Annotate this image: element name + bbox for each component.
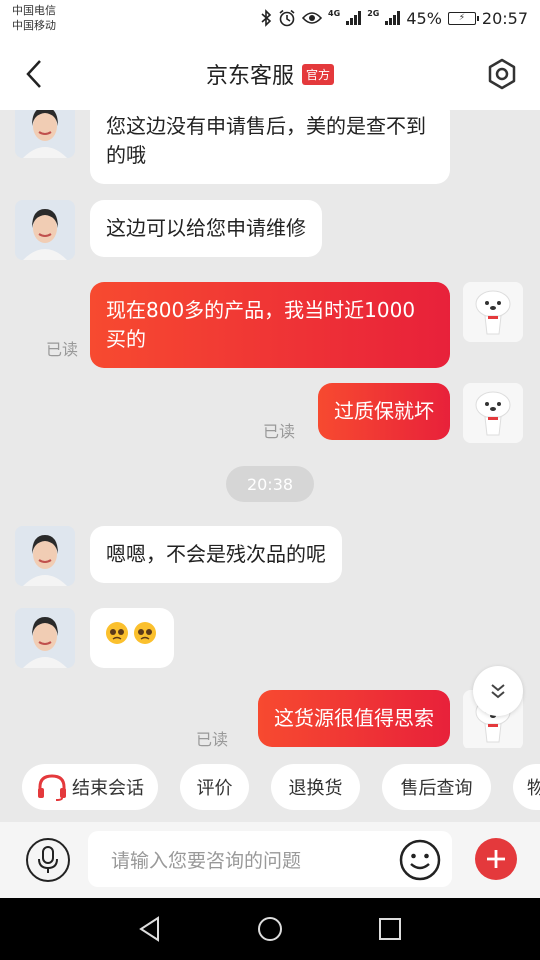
- status-bar: 中国电信 中国移动 4G 2G 45% ⚡ 20:57: [0, 0, 540, 38]
- system-nav-bar: [0, 898, 540, 960]
- triangle-back-icon: [139, 916, 159, 942]
- scroll-to-bottom-button[interactable]: [473, 666, 523, 716]
- nav-back-button[interactable]: [132, 911, 168, 947]
- clock: 20:57: [481, 8, 528, 28]
- official-badge: 官方: [302, 63, 335, 85]
- read-status: 已读: [46, 340, 79, 359]
- title-group: 京东客服 官方: [0, 58, 540, 90]
- chat-header: 京东客服 官方: [0, 38, 540, 110]
- nav-home-button[interactable]: [252, 911, 288, 947]
- input-bar: 请输入您要咨询的问题: [0, 822, 540, 898]
- message-input[interactable]: 请输入您要咨询的问题: [88, 831, 452, 887]
- message-bubble-agent[interactable]: 您这边没有申请售后，美的是查不到的哦: [90, 110, 450, 184]
- review-button[interactable]: 评价: [180, 764, 249, 810]
- settings-button[interactable]: [484, 56, 520, 92]
- eye-icon: [302, 12, 323, 24]
- agent-avatar[interactable]: [15, 526, 75, 586]
- carrier-1: 中国电信: [12, 4, 56, 17]
- more-quick-action-button[interactable]: 物: [513, 764, 540, 810]
- network-type-1: 4G: [328, 8, 341, 18]
- pleading-face-emoji-icon: [106, 622, 156, 644]
- return-exchange-button[interactable]: 退换货: [271, 764, 360, 810]
- signal-icon: [346, 11, 362, 25]
- message-bubble-user[interactable]: 过质保就坏: [318, 383, 450, 440]
- agent-avatar[interactable]: [15, 608, 75, 668]
- nav-recents-button[interactable]: [372, 911, 408, 947]
- signal-icon: [385, 11, 401, 25]
- network-type-2: 2G: [367, 8, 380, 18]
- more-options-button[interactable]: [475, 838, 517, 880]
- end-chat-label: 结束会话: [72, 778, 144, 799]
- smiley-icon: [399, 839, 441, 881]
- plus-icon: [487, 850, 505, 868]
- read-status: 已读: [196, 730, 229, 748]
- agent-avatar[interactable]: [15, 110, 75, 158]
- emoji-button[interactable]: [399, 839, 441, 881]
- circle-home-icon: [258, 917, 282, 941]
- end-chat-button[interactable]: 结束会话: [22, 764, 158, 810]
- square-recents-icon: [379, 918, 401, 940]
- message-input-placeholder: 请输入您要咨询的问题: [111, 850, 302, 872]
- quick-action-bar: 结束会话 评价 退换货 售后查询 物: [0, 754, 540, 822]
- user-avatar[interactable]: [463, 383, 523, 443]
- message-bubble-agent[interactable]: 这边可以给您申请维修: [90, 200, 322, 257]
- battery-charging-icon: ⚡: [447, 11, 479, 25]
- double-chevron-down-icon: [491, 684, 505, 699]
- message-bubble-user[interactable]: 现在800多的产品，我当时近1000买的: [90, 282, 450, 368]
- after-sales-query-button[interactable]: 售后查询: [382, 764, 491, 810]
- hexagon-settings-icon: [488, 58, 516, 90]
- microphone-icon: [38, 846, 58, 873]
- read-status: 已读: [263, 422, 296, 441]
- carrier-2: 中国移动: [12, 19, 56, 32]
- message-bubble-agent-emoji[interactable]: [90, 608, 174, 668]
- agent-avatar[interactable]: [15, 200, 75, 260]
- bluetooth-icon: [261, 9, 272, 27]
- headset-icon: [38, 774, 66, 801]
- time-separator: 20:38: [226, 466, 314, 502]
- chat-area[interactable]: 您这边没有申请售后，美的是查不到的哦 这边可以给您申请维修 已读 现在800多的…: [0, 110, 540, 748]
- alarm-icon: [279, 9, 295, 27]
- voice-input-button[interactable]: [26, 838, 70, 882]
- user-avatar[interactable]: [463, 282, 523, 342]
- battery-percent: 45%: [406, 8, 442, 28]
- message-bubble-user[interactable]: 这货源很值得思索: [258, 690, 450, 747]
- status-icons: 4G 2G 45% ⚡ 20:57: [260, 6, 528, 30]
- carrier-info: 中国电信 中国移动: [12, 3, 56, 33]
- page-title: 京东客服: [205, 64, 294, 89]
- message-bubble-agent[interactable]: 嗯嗯，不会是残次品的呢: [90, 526, 342, 583]
